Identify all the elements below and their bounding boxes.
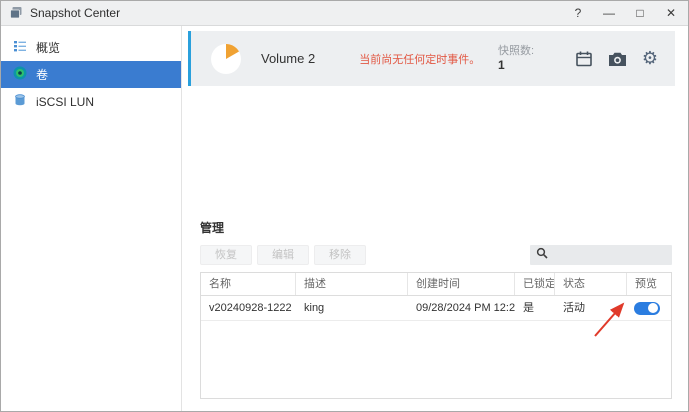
column-header-preview[interactable]: 预览	[627, 273, 671, 295]
window-title: Snapshot Center	[30, 6, 121, 20]
sidebar-item-label: 概览	[36, 41, 61, 55]
table-header-row: 名称 描述 创建时间 已锁定 状态 预览	[201, 273, 671, 296]
cell-preview	[627, 296, 671, 320]
table-row[interactable]: v20240928-1222 king 09/28/2024 PM 12:22 …	[201, 296, 671, 321]
snapshot-layers-icon	[9, 6, 23, 20]
column-header-status[interactable]: 状态	[555, 273, 627, 295]
schedule-calendar-button[interactable]	[573, 48, 595, 70]
column-header-name[interactable]: 名称	[201, 273, 296, 295]
search-input[interactable]	[553, 249, 666, 261]
overview-list-icon	[13, 39, 27, 56]
column-header-description[interactable]: 描述	[296, 273, 408, 295]
iscsi-database-icon	[13, 93, 27, 110]
sidebar-item-volume[interactable]: 卷	[1, 61, 181, 88]
cell-created: 09/28/2024 PM 12:22	[416, 302, 515, 314]
cell-name: v20240928-1222	[209, 302, 292, 314]
settings-gear-button[interactable]: ⚙	[639, 48, 661, 70]
search-box[interactable]	[530, 245, 672, 265]
snapshot-count-label: 快照数:	[498, 45, 535, 57]
app-window: Snapshot Center ? — □ ✕ 概览 卷 iSCSI LUN V…	[0, 0, 689, 412]
sidebar-item-overview[interactable]: 概览	[1, 34, 181, 61]
snapshot-count: 快照数: 1	[498, 45, 546, 72]
schedule-alert-text: 当前尚无任何定时事件。	[359, 53, 481, 66]
column-header-locked[interactable]: 已锁定	[515, 273, 555, 295]
manage-title: 管理	[200, 221, 225, 235]
cell-description: king	[304, 302, 325, 314]
close-button[interactable]: ✕	[664, 7, 678, 19]
sidebar-item-iscsi-lun[interactable]: iSCSI LUN	[1, 88, 181, 115]
sidebar-item-label: iSCSI LUN	[36, 94, 95, 109]
volume-usage-pie-icon	[209, 42, 243, 76]
take-snapshot-camera-button[interactable]	[606, 48, 628, 70]
cell-status: 活动	[563, 302, 585, 314]
remove-button[interactable]: 移除	[314, 245, 366, 265]
preview-toggle[interactable]	[634, 301, 660, 315]
main-area: 概览 卷 iSCSI LUN Volume 2 当前尚无任何定时事件。 快照数:…	[1, 26, 688, 411]
volume-disc-icon	[13, 66, 27, 83]
sidebar-item-label: 卷	[36, 68, 49, 82]
snapshot-table: 名称 描述 创建时间 已锁定 状态 预览 v20240928-1222 king…	[200, 272, 672, 399]
minimize-button[interactable]: —	[602, 7, 616, 19]
search-icon	[536, 246, 548, 264]
toggle-knob	[648, 303, 658, 313]
snapshot-count-value: 1	[498, 58, 505, 72]
manage-section: 管理 恢复 编辑 移除 名称 描述 创建时间 已锁定 状态 预览 v202409…	[200, 219, 672, 399]
help-button[interactable]: ?	[571, 7, 585, 19]
content-pane: Volume 2 当前尚无任何定时事件。 快照数: 1 ⚙ 管理 恢复 编辑 移…	[182, 26, 688, 411]
titlebar: Snapshot Center ? — □ ✕	[1, 1, 688, 26]
restore-button[interactable]: 恢复	[200, 245, 252, 265]
volume-title: Volume 2	[261, 51, 316, 66]
edit-button[interactable]: 编辑	[257, 245, 309, 265]
window-controls: ? — □ ✕	[571, 7, 678, 19]
cell-locked: 是	[523, 302, 534, 314]
volume-card: Volume 2 当前尚无任何定时事件。 快照数: 1 ⚙	[188, 31, 675, 86]
column-header-created[interactable]: 创建时间	[408, 273, 515, 295]
manage-toolbar: 恢复 编辑 移除	[200, 245, 672, 265]
maximize-button[interactable]: □	[633, 7, 647, 19]
sidebar: 概览 卷 iSCSI LUN	[1, 26, 182, 411]
